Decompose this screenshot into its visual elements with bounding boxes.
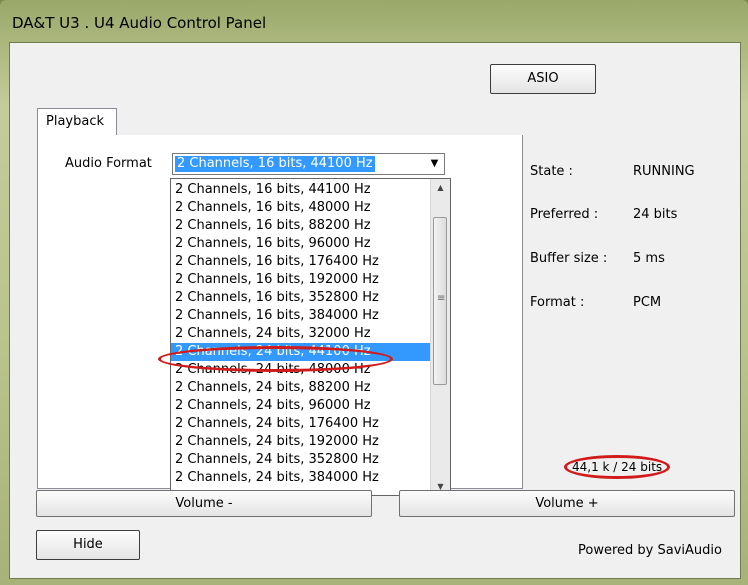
preferred-value: 24 bits [633, 207, 678, 222]
annotation-ring-rate [564, 455, 670, 479]
format-option[interactable]: 2 Channels, 16 bits, 384000 Hz [171, 307, 431, 325]
powered-by-text: Powered by SaviAudio [578, 543, 722, 558]
grip-icon: ≡ [437, 293, 446, 304]
format-value: PCM [633, 295, 662, 310]
format-option[interactable]: 2 Channels, 24 bits, 176400 Hz [171, 415, 431, 433]
audio-format-selected-value: 2 Channels, 16 bits, 44100 Hz [175, 156, 375, 172]
format-option[interactable]: 2 Channels, 16 bits, 96000 Hz [171, 235, 431, 253]
volume-up-button[interactable]: Volume + [399, 490, 735, 517]
buffer-size-label: Buffer size : [530, 251, 608, 266]
format-option[interactable]: 2 Channels, 24 bits, 192000 Hz [171, 433, 431, 451]
preferred-label: Preferred : [530, 207, 599, 222]
window-title: DA&T U3 . U4 Audio Control Panel [12, 14, 267, 32]
buffer-size-value: 5 ms [633, 251, 665, 266]
audio-format-select[interactable]: 2 Channels, 16 bits, 44100 Hz ▼ [172, 153, 445, 175]
state-label: State : [530, 164, 573, 179]
format-option[interactable]: 2 Channels, 16 bits, 176400 Hz [171, 253, 431, 271]
hide-button[interactable]: Hide [36, 530, 140, 560]
list-scrollbar[interactable]: ▲ ≡ ▼ [430, 179, 450, 495]
format-option[interactable]: 2 Channels, 16 bits, 352800 Hz [171, 289, 431, 307]
asio-button[interactable]: ASIO [490, 64, 596, 94]
format-option[interactable]: 2 Channels, 24 bits, 384000 Hz [171, 469, 431, 487]
scroll-thumb[interactable]: ≡ [433, 217, 447, 385]
format-option[interactable]: 2 Channels, 16 bits, 192000 Hz [171, 271, 431, 289]
state-value: RUNNING [633, 164, 695, 179]
audio-format-label: Audio Format [65, 156, 152, 171]
audio-format-dropdown-list[interactable]: 2 Channels, 16 bits, 44100 Hz 2 Channels,… [170, 178, 451, 496]
scroll-up-icon[interactable]: ▲ [431, 179, 450, 196]
format-option[interactable]: 2 Channels, 16 bits, 48000 Hz [171, 199, 431, 217]
format-option[interactable]: 2 Channels, 24 bits, 96000 Hz [171, 397, 431, 415]
format-option[interactable]: 2 Channels, 24 bits, 32000 Hz [171, 325, 431, 343]
tab-playback[interactable]: Playback [37, 108, 117, 136]
format-label: Format : [530, 295, 585, 310]
window-client-area: ASIO Playback Audio Format 2 Channels, 1… [9, 42, 741, 579]
annotation-ring-format [158, 346, 393, 372]
app-window: DA&T U3 . U4 Audio Control Panel ASIO Pl… [0, 0, 748, 585]
format-option[interactable]: 2 Channels, 24 bits, 352800 Hz [171, 451, 431, 469]
format-options: 2 Channels, 16 bits, 44100 Hz 2 Channels,… [171, 181, 431, 487]
chevron-down-icon[interactable]: ▼ [426, 155, 443, 173]
format-option[interactable]: 2 Channels, 16 bits, 88200 Hz [171, 217, 431, 235]
format-option[interactable]: 2 Channels, 16 bits, 44100 Hz [171, 181, 431, 199]
format-option[interactable]: 2 Channels, 24 bits, 88200 Hz [171, 379, 431, 397]
volume-down-button[interactable]: Volume - [36, 490, 372, 517]
